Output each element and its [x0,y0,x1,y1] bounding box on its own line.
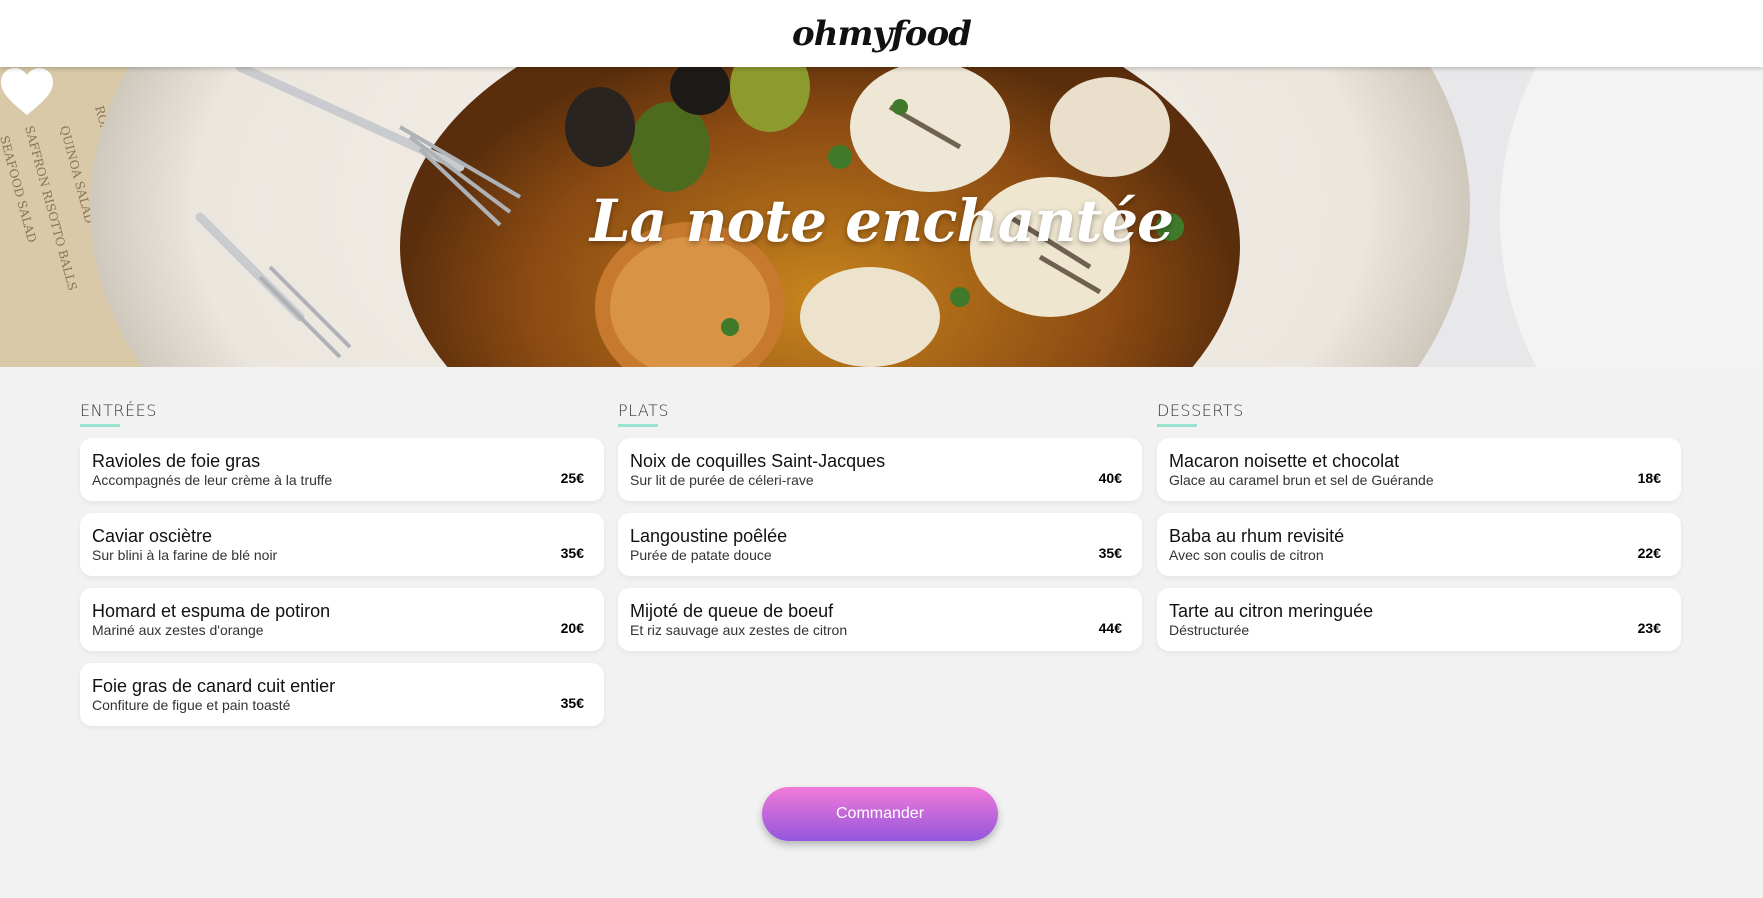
menu-section-entrees: ENTRÉES Ravioles de foie gras Accompagné… [80,400,604,738]
dish-description: Purée de patate douce [630,547,772,563]
section-underline [80,424,120,427]
section-title: PLATS [618,401,670,420]
dish-price: 18€ [1637,470,1661,486]
menu-item-card[interactable]: Mijoté de queue de boeuf Et riz sauvage … [618,588,1142,651]
dish-price: 25€ [560,470,584,486]
section-title: DESSERTS [1157,401,1244,420]
dish-name: Foie gras de canard cuit entier [92,676,336,696]
hero-banner: THE BITE CHILLED ARTICHOKE ROASTED VEGET… [0,67,1763,367]
menu-item-card[interactable]: Tarte au citron meringuée Déstructurée 2… [1157,588,1681,651]
dish-name: Homard et espuma de potiron [92,601,331,621]
section-title: ENTRÉES [80,401,157,420]
dish-price: 40€ [1098,470,1122,486]
menu-item-card[interactable]: Macaron noisette et chocolat Glace au ca… [1157,438,1681,501]
menu-item-card[interactable]: Foie gras de canard cuit entier Confitur… [80,663,604,726]
top-bar: ohmyfood [0,0,1763,67]
dish-price: 20€ [560,620,584,636]
dish-price: 23€ [1637,620,1661,636]
restaurant-title: La note enchantée [589,187,1174,255]
dish-description: Mariné aux zestes d'orange [92,622,264,638]
menu-item-card[interactable]: Noix de coquilles Saint-Jacques Sur lit … [618,438,1142,501]
dish-price: 22€ [1637,545,1661,561]
dish-description: Et riz sauvage aux zestes de citron [630,622,848,638]
section-underline [1157,424,1197,427]
menu-section-plats: PLATS Noix de coquilles Saint-Jacques Su… [618,400,1142,663]
dish-price: 44€ [1098,620,1122,636]
dish-description: Sur lit de purée de céleri-rave [630,472,814,488]
dish-description: Accompagnés de leur crème à la truffe [92,472,333,488]
dish-description: Glace au caramel brun et sel de Guérande [1169,472,1434,488]
dish-name: Mijoté de queue de boeuf [630,601,834,621]
dish-name: Tarte au citron meringuée [1169,601,1374,621]
dish-name: Baba au rhum revisité [1169,526,1345,546]
dish-description: Sur blini à la farine de blé noir [92,547,278,563]
dish-name: Macaron noisette et chocolat [1169,451,1400,471]
menu-item-card[interactable]: Homard et espuma de potiron Mariné aux z… [80,588,604,651]
dish-price: 35€ [560,545,584,561]
heart-icon[interactable] [0,67,54,117]
dish-description: Avec son coulis de citron [1169,547,1324,563]
dish-description: Déstructurée [1169,622,1250,638]
menu-section-desserts: DESSERTS Macaron noisette et chocolat Gl… [1157,400,1681,663]
dish-name: Langoustine poêlée [630,526,788,546]
dish-name: Ravioles de foie gras [92,451,261,471]
menu-item-card[interactable]: Ravioles de foie gras Accompagnés de leu… [80,438,604,501]
menu-item-card[interactable]: Baba au rhum revisité Avec son coulis de… [1157,513,1681,576]
menu-item-card[interactable]: Caviar osciètre Sur blini à la farine de… [80,513,604,576]
dish-price: 35€ [1098,545,1122,561]
menu-item-card[interactable]: Langoustine poêlée Purée de patate douce… [618,513,1142,576]
order-button[interactable]: Commander [762,787,998,841]
dish-price: 35€ [560,695,584,711]
dish-name: Caviar osciètre [92,526,213,546]
section-underline [618,424,658,427]
dish-description: Confiture de figue et pain toasté [92,697,291,713]
dish-name: Noix de coquilles Saint-Jacques [630,451,886,471]
logo[interactable]: ohmyfood [792,14,972,54]
